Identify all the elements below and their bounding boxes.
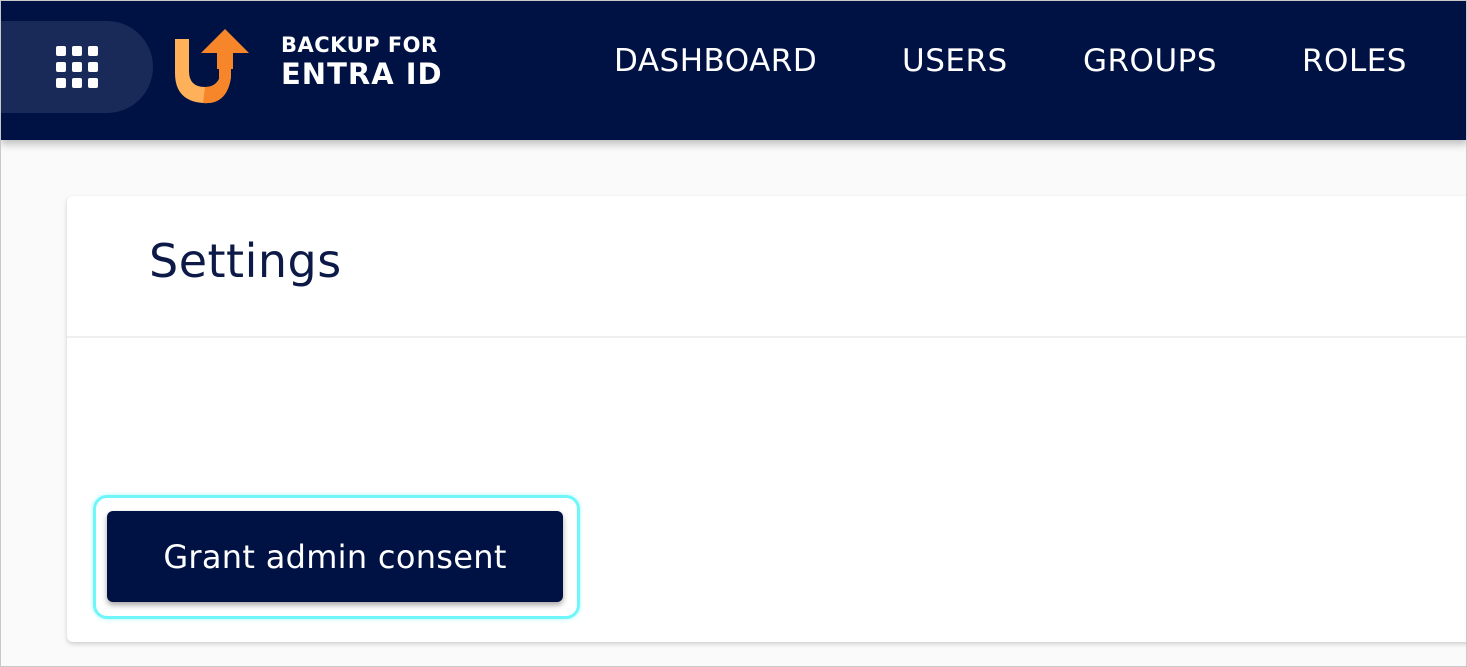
top-navigation-bar: BACKUP FOR ENTRA ID DASHBOARD USERS GROU… [1,1,1466,140]
app-window: BACKUP FOR ENTRA ID DASHBOARD USERS GROU… [0,0,1467,667]
nav-item-users[interactable]: USERS [902,43,1008,79]
app-launcher-button[interactable] [1,21,153,113]
brand-line-1: BACKUP FOR [281,33,438,57]
page-title: Settings [149,234,342,288]
nav-item-groups[interactable]: GROUPS [1083,43,1217,79]
nav-item-roles[interactable]: ROLES [1302,43,1407,79]
grant-admin-consent-button[interactable]: Grant admin consent [107,511,563,602]
card-header: Settings [67,196,1466,338]
backup-arrow-logo-icon [175,29,249,104]
app-grid-icon [56,46,98,88]
brand-name: BACKUP FOR ENTRA ID [281,35,443,89]
brand-line-2: ENTRA ID [281,57,443,91]
nav-item-dashboard[interactable]: DASHBOARD [614,43,817,79]
